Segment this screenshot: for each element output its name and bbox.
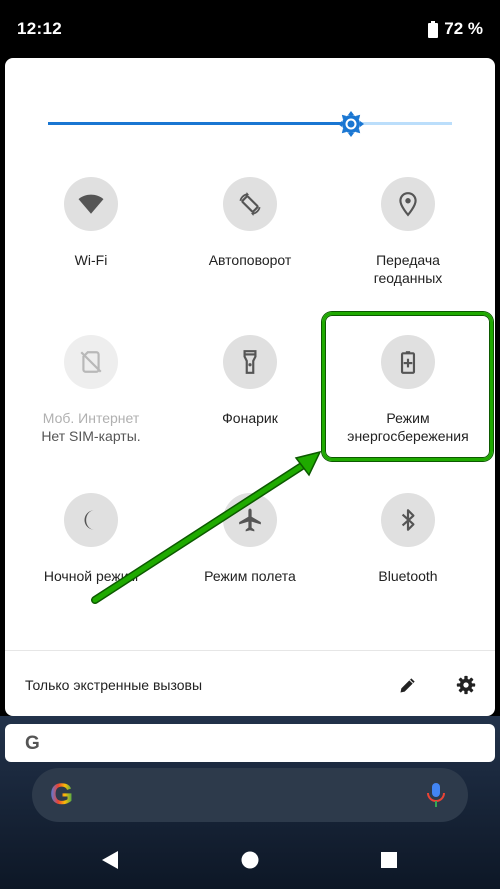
tile-label: Wi-Fi bbox=[74, 252, 108, 268]
tile-bluetooth-button[interactable] bbox=[381, 493, 435, 547]
google-logo: G bbox=[25, 733, 40, 754]
tile-location-button[interactable] bbox=[381, 177, 435, 231]
brightness-sun-icon[interactable] bbox=[338, 111, 364, 137]
tile-auto-rotate-button[interactable] bbox=[223, 177, 277, 231]
google-logo-colored: G bbox=[50, 778, 74, 811]
airplane-icon bbox=[239, 508, 261, 532]
wifi-icon bbox=[78, 194, 104, 214]
edit-button[interactable] bbox=[395, 672, 421, 698]
settings-button[interactable] bbox=[453, 672, 479, 698]
flashlight-icon bbox=[243, 350, 257, 374]
tile-label: Автоповорот bbox=[208, 252, 292, 268]
home-google-search-bar[interactable]: G bbox=[32, 768, 468, 822]
tile-night-mode-button[interactable] bbox=[64, 493, 118, 547]
tile-label: Фонарик bbox=[222, 410, 278, 426]
gear-icon bbox=[456, 675, 476, 695]
tile-location[interactable]: Передача геоданных bbox=[328, 177, 488, 287]
tile-label: Передача геоданных bbox=[373, 252, 443, 286]
status-time: 12:12 bbox=[17, 19, 62, 38]
mic-icon[interactable] bbox=[426, 782, 446, 808]
back-icon bbox=[102, 851, 118, 869]
qs-divider bbox=[5, 650, 495, 651]
tile-wifi-button[interactable] bbox=[64, 177, 118, 231]
status-bar: 12:12 72 % bbox=[0, 0, 500, 58]
tile-wifi[interactable]: Wi-Fi bbox=[11, 177, 171, 269]
tile-night-mode[interactable]: Ночной режим bbox=[11, 493, 171, 585]
brightness-slider[interactable] bbox=[48, 111, 452, 137]
navigation-bar bbox=[0, 830, 500, 889]
tile-bluetooth[interactable]: Bluetooth bbox=[328, 493, 488, 585]
tile-airplane-mode-button[interactable] bbox=[223, 493, 277, 547]
location-icon bbox=[399, 192, 417, 217]
tile-flashlight-button[interactable] bbox=[223, 335, 277, 389]
tile-mobile-data-button[interactable] bbox=[64, 335, 118, 389]
tile-mobile-data[interactable]: Моб. Интернет Нет SIM-карты. bbox=[11, 335, 171, 445]
tile-label: Моб. Интернет Нет SIM-карты. bbox=[41, 410, 141, 444]
battery-percent: 72 % bbox=[444, 19, 483, 38]
tile-label: Режим полета bbox=[204, 568, 296, 584]
tile-auto-rotate[interactable]: Автоповорот bbox=[170, 177, 330, 269]
tile-airplane-mode[interactable]: Режим полета bbox=[170, 493, 330, 585]
night-mode-icon bbox=[84, 510, 95, 530]
no-sim-icon bbox=[80, 351, 102, 373]
brightness-fill bbox=[48, 122, 351, 125]
recents-button[interactable] bbox=[374, 845, 404, 875]
battery-icon bbox=[428, 20, 439, 38]
tile-flashlight[interactable]: Фонарик bbox=[170, 335, 330, 427]
tile-label: Bluetooth bbox=[378, 568, 438, 584]
bluetooth-icon bbox=[401, 509, 415, 531]
tile-label: Ночной режим bbox=[43, 568, 139, 584]
highlight-box bbox=[322, 312, 493, 461]
pencil-icon bbox=[400, 678, 415, 693]
home-icon bbox=[241, 851, 259, 869]
auto-rotate-icon bbox=[239, 192, 261, 216]
status-battery: 72 % bbox=[428, 19, 483, 39]
back-button[interactable] bbox=[95, 845, 125, 875]
recents-icon bbox=[381, 852, 397, 868]
home-button[interactable] bbox=[235, 845, 265, 875]
google-search-strip[interactable]: G bbox=[5, 724, 495, 762]
carrier-status-text: Только экстренные вызовы bbox=[25, 677, 203, 693]
